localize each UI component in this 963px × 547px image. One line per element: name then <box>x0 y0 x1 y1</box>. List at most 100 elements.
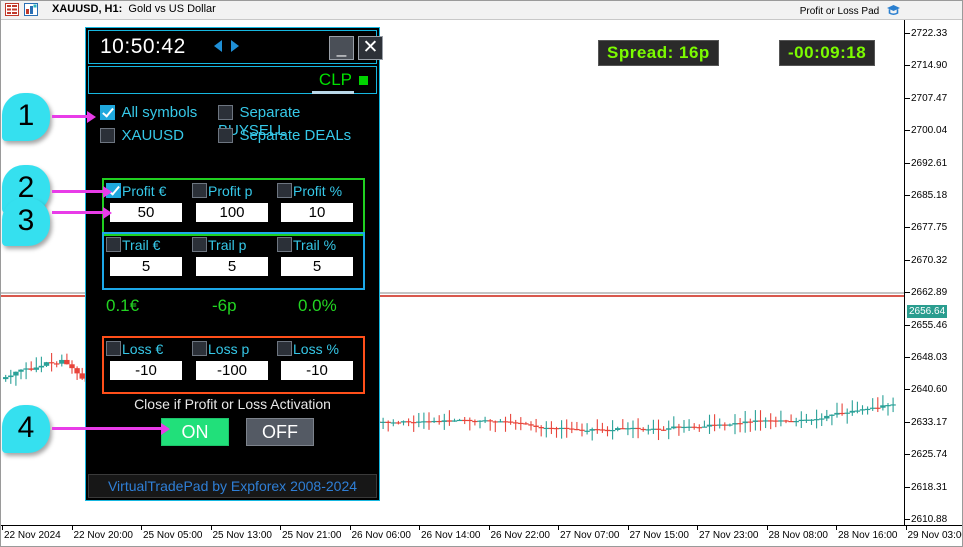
chart-symbol: XAUUSD, H1: <box>52 3 122 15</box>
input-profit-points[interactable] <box>196 203 268 222</box>
checkbox-trail-percent-box[interactable] <box>277 237 292 252</box>
checkbox-trail-percent-label: Trail % <box>293 237 336 253</box>
price-tick-label: 2625.74 <box>911 449 947 460</box>
activation-off-button[interactable]: OFF <box>246 418 314 446</box>
checkbox-trail-money-box[interactable] <box>106 237 121 252</box>
checkbox-all-symbols-label: All symbols <box>121 104 197 121</box>
input-loss-points[interactable] <box>196 361 268 380</box>
checkbox-loss-points-box[interactable] <box>192 341 207 356</box>
time-tick-mark <box>767 526 768 530</box>
input-trail-points[interactable] <box>196 257 268 276</box>
toolbar-icons <box>5 3 38 21</box>
price-tick-label: 2707.47 <box>911 93 947 104</box>
time-tick-mark <box>489 526 490 530</box>
checkbox-profit-points-box[interactable] <box>192 183 207 198</box>
minimize-button[interactable]: _ <box>329 36 354 60</box>
price-tick-mark <box>905 130 910 131</box>
price-tick-label: 2662.89 <box>911 287 947 298</box>
input-profit-percent[interactable] <box>281 203 353 222</box>
callout-arrow-2 <box>52 190 104 193</box>
profit-group: Profit € Profit p Profit % <box>102 178 365 236</box>
checkbox-loss-percent-box[interactable] <box>277 341 292 356</box>
loss-money-cell[interactable]: Loss € <box>106 340 188 380</box>
time-tick-mark <box>72 526 73 530</box>
price-tick-mark <box>905 227 910 228</box>
time-tick-label: 28 Nov 16:00 <box>838 530 898 541</box>
input-trail-percent[interactable] <box>281 257 353 276</box>
callout-arrow-1 <box>52 115 88 118</box>
price-tick-mark <box>905 389 910 390</box>
panel-title-bar[interactable]: 10:50:42 _ ✕ <box>88 30 377 64</box>
price-tick-label: 2633.17 <box>911 417 947 428</box>
loss-percent-cell[interactable]: Loss % <box>277 340 359 380</box>
profit-percent-cell[interactable]: Profit % <box>277 182 359 222</box>
checkbox-profit-percent-label: Profit % <box>293 183 342 199</box>
status-dot-icon <box>359 76 368 85</box>
input-loss-money[interactable] <box>110 361 182 380</box>
input-profit-money[interactable] <box>110 203 182 222</box>
price-tick-label: 2677.75 <box>911 222 947 233</box>
checkbox-separate-deals-label: Separate DEALs <box>239 127 351 144</box>
panel-nav-arrows <box>214 40 239 52</box>
time-tick-mark <box>836 526 837 530</box>
time-tick-mark <box>558 526 559 530</box>
checkbox-loss-money-box[interactable] <box>106 341 121 356</box>
time-tick-label: 28 Nov 08:00 <box>769 530 829 541</box>
trail-points-cell[interactable]: Trail p <box>192 236 274 276</box>
price-tick-label: 2692.61 <box>911 158 947 169</box>
time-axis[interactable]: 22 Nov 202422 Nov 20:0025 Nov 05:0025 No… <box>1 525 962 546</box>
checkbox-separate-deals-box[interactable] <box>218 128 233 143</box>
checkbox-profit-percent-box[interactable] <box>277 183 292 198</box>
market-watch-icon[interactable] <box>5 3 19 21</box>
price-tick-label: 2700.04 <box>911 125 947 136</box>
callout-1: 1 <box>2 93 50 141</box>
time-tick-label: 22 Nov 20:00 <box>74 530 134 541</box>
time-tick-mark <box>280 526 281 530</box>
price-axis[interactable]: 2722.332714.902707.472700.042692.612685.… <box>904 20 962 525</box>
profit-loss-pad-label: Profit or Loss Pad <box>800 4 901 19</box>
input-trail-money[interactable] <box>110 257 182 276</box>
graduation-cap-icon[interactable] <box>886 4 901 19</box>
checkbox-separate-deals[interactable]: Separate DEALs <box>218 127 351 145</box>
checkbox-trail-points-box[interactable] <box>192 237 207 252</box>
time-tick-mark <box>141 526 142 530</box>
price-tick-mark <box>905 422 910 423</box>
checkbox-xauusd-box[interactable] <box>100 128 115 143</box>
time-tick-label: 26 Nov 06:00 <box>352 530 412 541</box>
price-tick-label: 2610.88 <box>911 514 947 525</box>
triangle-left-icon[interactable] <box>214 40 222 52</box>
price-tick-mark <box>905 98 910 99</box>
checkbox-profit-money-label: Profit € <box>122 183 166 199</box>
current-price-badge: 2656.64 <box>907 305 947 318</box>
time-tick-mark <box>906 526 907 530</box>
profit-points-cell[interactable]: Profit p <box>192 182 274 222</box>
time-tick-label: 26 Nov 22:00 <box>491 530 551 541</box>
checkbox-all-symbols-box[interactable] <box>100 105 115 120</box>
countdown-timer-badge: -00:09:18 <box>779 40 875 66</box>
trail-percent-cell[interactable]: Trail % <box>277 236 359 276</box>
price-tick-mark <box>905 357 910 358</box>
input-loss-percent[interactable] <box>281 361 353 380</box>
triangle-right-icon[interactable] <box>231 40 239 52</box>
price-tick-label: 2648.03 <box>911 352 947 363</box>
loss-points-cell[interactable]: Loss p <box>192 340 274 380</box>
spread-badge: Spread: 16p <box>598 40 719 66</box>
callout-arrow-3 <box>52 211 104 214</box>
navigator-icon[interactable] <box>24 3 38 21</box>
price-tick-mark <box>905 195 910 196</box>
checkbox-separate-buysell-box[interactable] <box>218 105 233 120</box>
live-value-money: 0.1€ <box>106 296 139 316</box>
close-button[interactable]: ✕ <box>358 36 383 60</box>
activation-on-button[interactable]: ON <box>161 418 229 446</box>
trail-money-cell[interactable]: Trail € <box>106 236 188 276</box>
clp-label: CLP <box>319 70 352 90</box>
time-tick-label: 22 Nov 2024 <box>4 530 61 541</box>
chart-description: Gold vs US Dollar <box>128 3 215 15</box>
checkbox-all-symbols[interactable]: All symbols <box>100 104 197 122</box>
checkbox-trail-points-label: Trail p <box>208 237 246 253</box>
profit-money-cell[interactable]: Profit € <box>106 182 188 222</box>
checkbox-xauusd[interactable]: XAUUSD <box>100 127 184 145</box>
time-tick-mark <box>419 526 420 530</box>
clp-status-row[interactable]: CLP <box>88 66 377 94</box>
price-tick-label: 2714.90 <box>911 60 947 71</box>
